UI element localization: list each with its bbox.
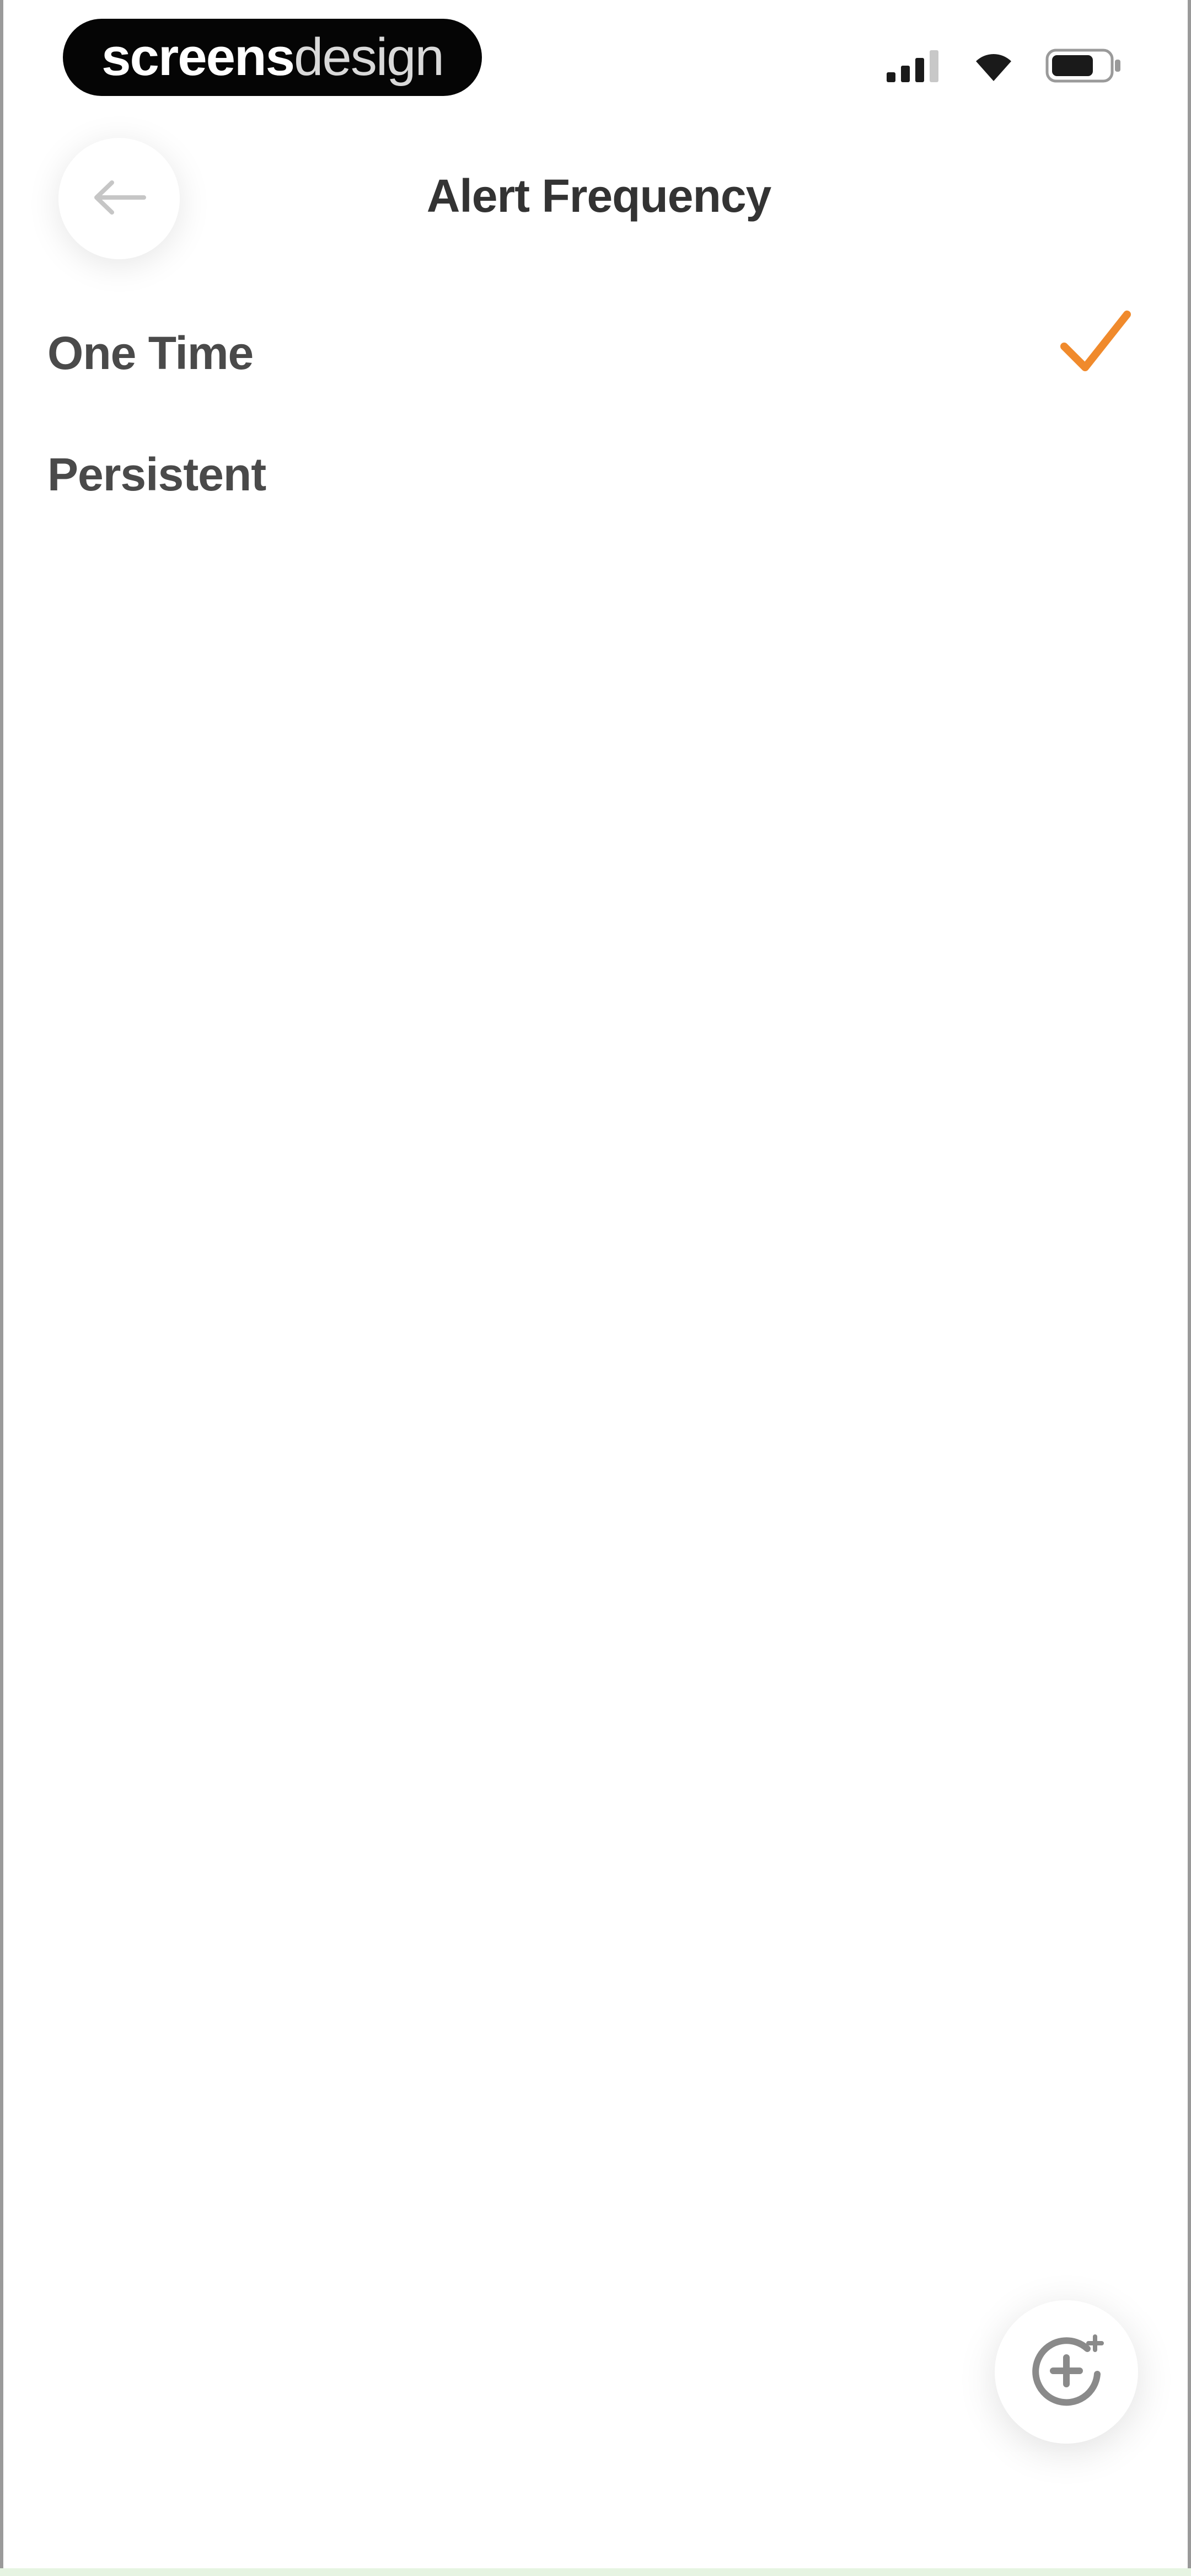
brand-wordmark: screensdesign — [101, 28, 444, 87]
status-bar: screensdesign — [3, 0, 1191, 121]
battery-icon — [1045, 49, 1123, 83]
bottom-edge — [0, 2568, 1191, 2576]
add-circle-sparkle-icon — [1022, 2327, 1110, 2418]
brand-logo: screensdesign — [63, 19, 482, 96]
status-icons — [887, 49, 1123, 83]
frequency-options-list: One Time Persistent — [3, 292, 1191, 535]
option-persistent[interactable]: Persistent — [3, 414, 1191, 535]
option-label: Persistent — [47, 448, 266, 500]
option-label: One Time — [47, 327, 254, 379]
floating-action-button[interactable] — [995, 2300, 1138, 2444]
option-one-time[interactable]: One Time — [3, 292, 1191, 414]
nav-header: Alert Frequency — [3, 121, 1191, 265]
checkmark-icon — [1056, 303, 1134, 383]
page-title: Alert Frequency — [426, 170, 772, 222]
brand-wordmark-bold: screens — [101, 28, 295, 87]
wifi-icon — [973, 49, 1015, 82]
app-screen: screensdesign Alert Frequency One Time P… — [0, 0, 1191, 2576]
signal-icon — [887, 49, 942, 82]
brand-wordmark-light: design — [294, 28, 444, 87]
